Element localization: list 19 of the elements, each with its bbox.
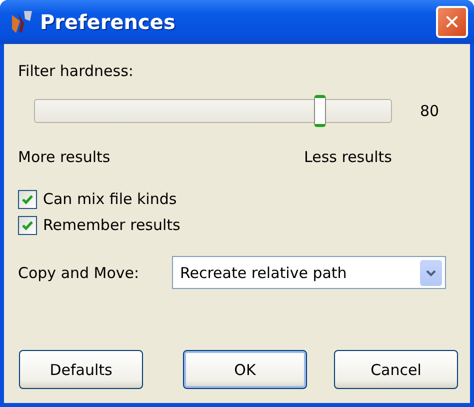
filter-label: Filter hardness: — [18, 62, 134, 80]
slider-thumb[interactable] — [314, 95, 326, 127]
dropdown[interactable]: Recreate relative path — [172, 256, 446, 289]
window-title: Preferences — [40, 10, 176, 34]
checkbox[interactable] — [18, 216, 37, 234]
checkbox-label[interactable]: Can mix file kinds — [43, 190, 177, 208]
app-icon — [10, 9, 34, 35]
copy-move-label: Copy and Move: — [18, 264, 140, 282]
checkbox[interactable] — [18, 190, 37, 208]
checkbox-label[interactable]: Remember results — [43, 216, 180, 234]
max-label: Less results — [304, 148, 392, 166]
slider-track[interactable] — [34, 94, 392, 128]
check-icon — [21, 192, 34, 206]
dialog-button[interactable]: Cancel — [334, 350, 458, 389]
min-label: More results — [18, 148, 110, 166]
dialog-button[interactable]: OK — [183, 350, 307, 389]
dialog-button[interactable]: Defaults — [19, 350, 143, 389]
slider-value: 80 — [420, 102, 440, 120]
check-icon — [21, 218, 34, 232]
